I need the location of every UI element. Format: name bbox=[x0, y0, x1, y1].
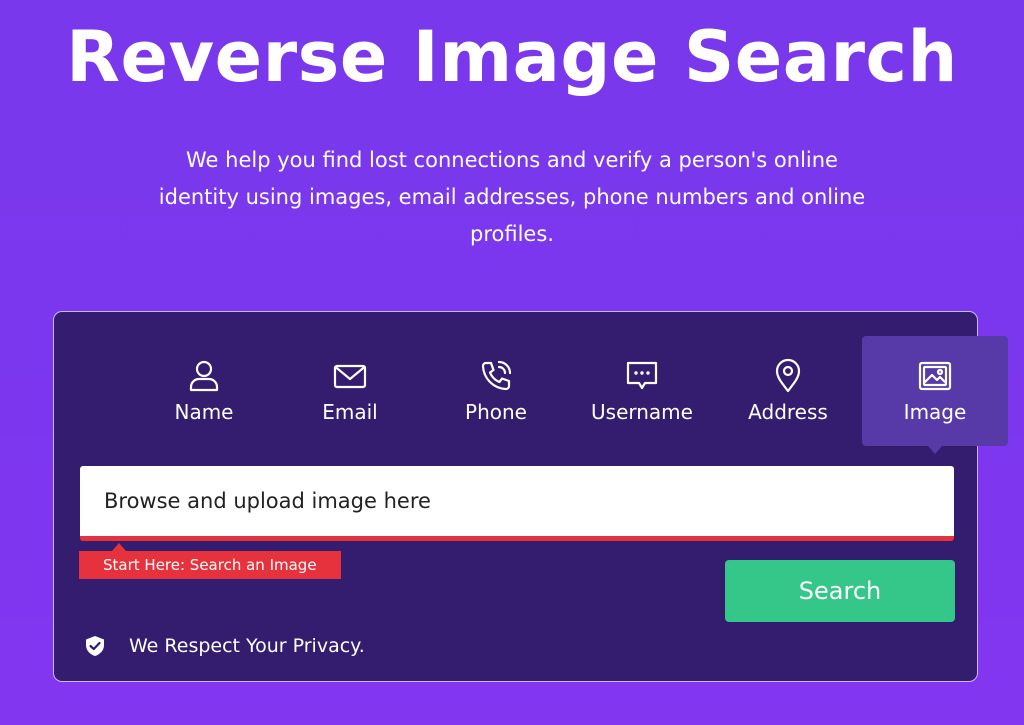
tab-address[interactable]: Address bbox=[715, 336, 861, 446]
tab-email-label: Email bbox=[322, 400, 378, 424]
tab-phone-label: Phone bbox=[465, 400, 527, 424]
search-button[interactable]: Search bbox=[725, 560, 955, 622]
tab-image-label: Image bbox=[903, 400, 967, 424]
search-card: Name Email Phone Username Address Image … bbox=[53, 311, 1008, 682]
location-pin-icon bbox=[775, 358, 801, 393]
tab-name-label: Name bbox=[174, 400, 234, 424]
user-icon bbox=[189, 360, 219, 392]
tab-phone[interactable]: Phone bbox=[423, 336, 569, 446]
image-upload-field[interactable]: Browse and upload image here bbox=[80, 466, 954, 541]
search-type-tabs: Name Email Phone Username Address Image bbox=[131, 336, 1008, 454]
image-icon bbox=[918, 361, 952, 391]
page-subtitle: We help you find lost connections and ve… bbox=[158, 148, 866, 246]
shield-check-icon bbox=[86, 636, 104, 656]
privacy-notice: We Respect Your Privacy. bbox=[84, 632, 365, 660]
privacy-text: We Respect Your Privacy. bbox=[129, 635, 365, 657]
tab-email[interactable]: Email bbox=[277, 336, 423, 446]
tab-username[interactable]: Username bbox=[569, 336, 715, 446]
start-here-hint: Start Here: Search an Image bbox=[79, 543, 341, 579]
chat-bubble-icon bbox=[626, 361, 658, 390]
phone-icon bbox=[481, 360, 512, 391]
tab-image[interactable]: Image bbox=[862, 336, 1008, 454]
tab-address-label: Address bbox=[748, 400, 828, 424]
tab-name[interactable]: Name bbox=[131, 336, 277, 446]
envelope-icon bbox=[333, 364, 367, 389]
tab-username-label: Username bbox=[591, 400, 693, 424]
page-title: Reverse Image Search bbox=[66, 16, 958, 98]
